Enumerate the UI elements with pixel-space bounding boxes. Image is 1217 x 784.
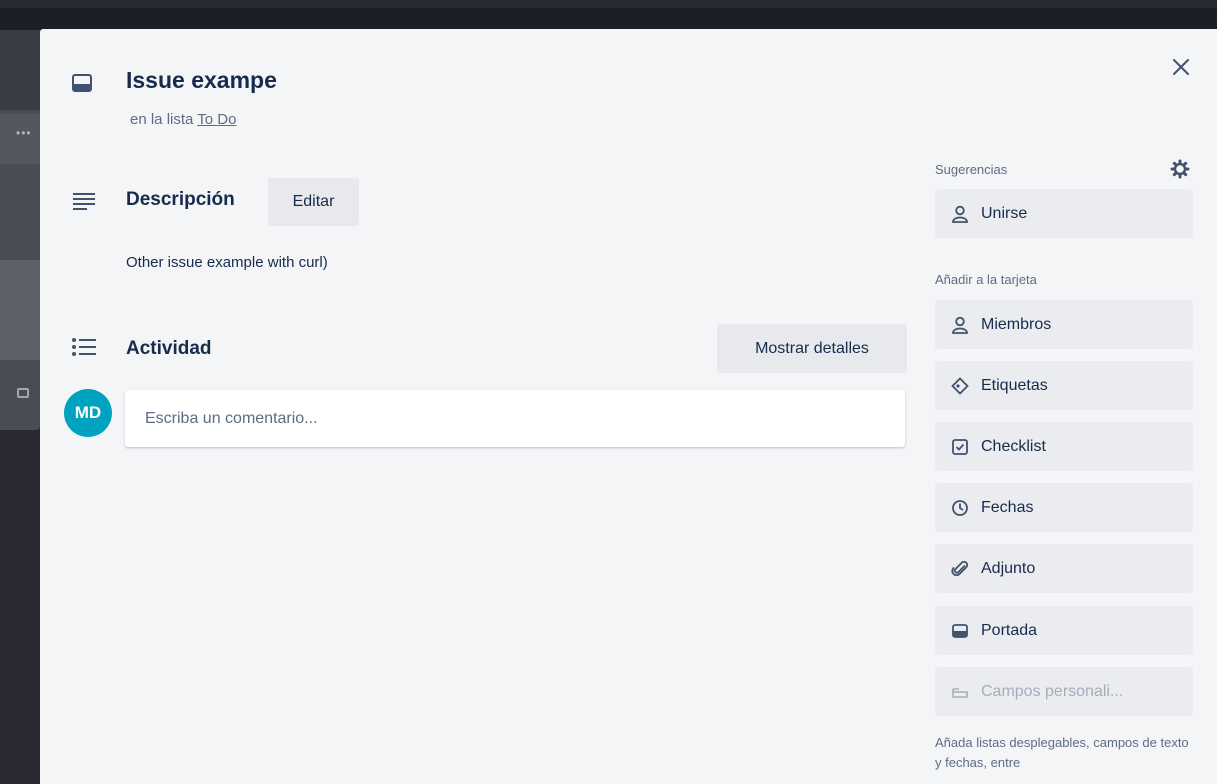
card-title[interactable]: Issue exampe [126, 67, 277, 94]
join-button[interactable]: Unirse [935, 189, 1193, 238]
cover-label: Portada [981, 621, 1038, 639]
edit-description-button[interactable]: Editar [268, 178, 359, 226]
join-label: Unirse [981, 204, 1028, 222]
tag-icon [951, 376, 969, 395]
cover-button[interactable]: Portada [935, 606, 1193, 655]
custom-fields-note: Añada listas desplegables, campos de tex… [935, 735, 1189, 770]
board-list-behind: ••• [0, 30, 40, 430]
dates-button[interactable]: Fechas [935, 483, 1193, 532]
card-icon [17, 388, 29, 398]
activity-heading: Actividad [126, 338, 212, 359]
list-menu-icon: ••• [16, 126, 32, 140]
checklist-button[interactable]: Checklist [935, 422, 1193, 471]
person-icon [952, 205, 968, 223]
checklist-label: Checklist [981, 437, 1046, 455]
attachment-button[interactable]: Adjunto [935, 544, 1193, 593]
clock-icon [952, 499, 968, 516]
card-icon [72, 74, 92, 92]
custom-fields-icon [952, 687, 968, 698]
paperclip-icon [951, 560, 969, 576]
activity-icon [72, 338, 96, 356]
description-text[interactable]: Other issue example with curl) [126, 254, 328, 271]
board-list-header [0, 30, 40, 110]
dates-label: Fechas [981, 498, 1034, 516]
attachment-label: Adjunto [981, 559, 1036, 577]
add-to-card-heading: Añadir a la tarjeta [935, 272, 1037, 287]
suggestions-heading: Sugerencias [935, 162, 1008, 177]
comment-input[interactable] [125, 390, 905, 447]
members-button[interactable]: Miembros [935, 300, 1193, 349]
list-prefix: en la lista [130, 111, 194, 128]
avatar[interactable]: MD [64, 389, 112, 437]
description-heading: Descripción [126, 189, 235, 210]
show-details-button[interactable]: Mostrar detalles [717, 324, 907, 373]
close-icon [1173, 59, 1189, 75]
person-icon [952, 316, 968, 334]
board-card-behind [0, 260, 40, 360]
checklist-icon [952, 438, 968, 455]
list-link[interactable]: To Do [197, 111, 236, 128]
labels-label: Etiquetas [981, 376, 1048, 394]
card-list-info: en la lista To Do [130, 111, 236, 128]
members-label: Miembros [981, 315, 1052, 333]
gear-icon[interactable] [1170, 159, 1190, 179]
board-header [0, 0, 1217, 8]
custom-fields-label: Campos personali... [981, 682, 1124, 700]
custom-fields-button[interactable]: Campos personali... [935, 667, 1193, 716]
close-button[interactable] [1165, 51, 1197, 83]
card-detail-modal: Issue exampe en la lista To Do Descripci… [40, 29, 1217, 784]
description-icon [73, 193, 95, 210]
cover-icon [952, 623, 968, 638]
labels-button[interactable]: Etiquetas [935, 361, 1193, 410]
